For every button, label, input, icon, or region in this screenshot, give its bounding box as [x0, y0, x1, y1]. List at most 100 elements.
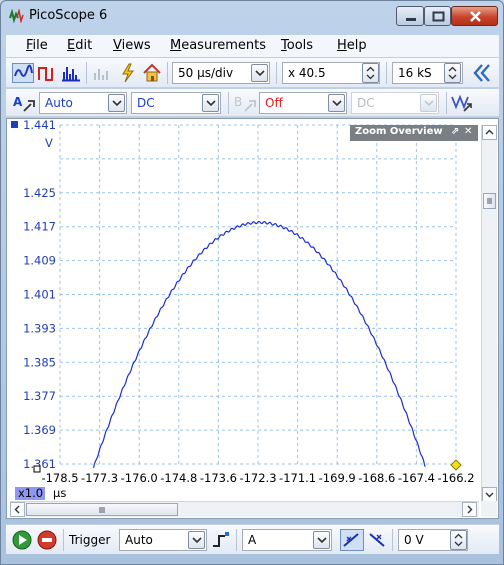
grip-icon — [99, 507, 105, 513]
x-tick-label: -169.9 — [319, 471, 356, 485]
minimize-button[interactable] — [396, 6, 424, 26]
x-tick-label: -167.4 — [398, 471, 435, 485]
x-tick-label: -178.5 — [41, 471, 78, 485]
x-tick-label: -166.2 — [437, 471, 474, 485]
trigger-threshold-spinner[interactable] — [450, 530, 467, 550]
menu-tools[interactable]: Tools — [281, 38, 313, 53]
pin-icon[interactable]: ⇗ — [451, 126, 459, 137]
channel-toolbar: A Auto DC B Off DC — [6, 89, 499, 117]
y-tick-label: 1.377 — [23, 389, 56, 403]
scroll-down-button[interactable] — [482, 487, 497, 502]
y-tick-label: 1.425 — [23, 186, 56, 200]
channel-b-coupling-value: DC — [357, 96, 375, 110]
channel-b-coupling-dropdown — [420, 94, 437, 112]
channel-a-waveform — [92, 220, 426, 469]
spinner-icon — [448, 66, 457, 80]
collapse-toolbar-icon[interactable] — [472, 63, 494, 83]
stop-button[interactable] — [37, 530, 57, 550]
trigger-source-value: A — [248, 533, 257, 547]
vertical-scrollbar[interactable] — [481, 125, 497, 505]
chevron-down-icon — [192, 537, 202, 544]
rising-edge-icon[interactable] — [340, 529, 364, 551]
spinner-icon — [454, 533, 463, 547]
trigger-mode-dropdown[interactable] — [188, 531, 205, 549]
scroll-right-button[interactable] — [462, 502, 477, 517]
timebase-value: 50 µs/div — [178, 66, 234, 80]
sample-count-spinner[interactable] — [444, 63, 461, 83]
chevron-down-icon — [485, 492, 494, 498]
chevron-down-icon — [317, 537, 327, 544]
y-tick-label: 1.369 — [23, 423, 56, 437]
vertical-scroll-thumb[interactable] — [483, 193, 496, 209]
x-tick-label: -174.8 — [160, 471, 197, 485]
menu-file[interactable]: File — [26, 38, 48, 53]
spectrum-mode-icon[interactable] — [61, 64, 81, 82]
horizontal-scroll-thumb[interactable] — [26, 503, 178, 516]
spinner-icon — [366, 66, 375, 80]
chevron-left-icon — [14, 505, 20, 514]
x-tick-label: -172.3 — [239, 471, 276, 485]
channel-a-label: A — [13, 95, 23, 109]
probe-icon — [244, 100, 256, 112]
maximize-button[interactable] — [424, 6, 451, 26]
resize-grip — [481, 501, 497, 517]
y-tick-label: 1.417 — [23, 220, 56, 234]
advanced-trigger-icon[interactable] — [211, 530, 231, 550]
channel-a-range-dropdown[interactable] — [108, 94, 125, 112]
scroll-up-button[interactable] — [482, 125, 497, 140]
time-origin-marker — [33, 465, 41, 473]
scope-mode-icon[interactable] — [12, 63, 34, 83]
channel-a-marker — [11, 121, 18, 128]
chevron-down-icon — [206, 100, 216, 107]
channel-b-range-dropdown[interactable] — [328, 94, 345, 112]
y-tick-label: 1.385 — [23, 355, 56, 369]
advanced-options-icon[interactable] — [450, 93, 474, 113]
close-button[interactable] — [451, 6, 498, 26]
title-bar: PicoScope 6 — [1, 1, 503, 31]
chevron-up-icon — [485, 129, 494, 135]
timebase-dropdown[interactable] — [251, 64, 268, 82]
menu-measurements[interactable]: Measurements — [170, 38, 266, 53]
probe-icon[interactable] — [23, 100, 35, 112]
zoom-overview-label: Zoom Overview — [355, 126, 443, 137]
scope-view[interactable]: 1.441 1.425 1.417 1.409 1.401 1.393 1.385 1.377… — [6, 118, 499, 519]
y-unit-label: V — [45, 136, 53, 150]
scroll-left-button[interactable] — [10, 502, 25, 517]
x-unit-label: µs — [53, 486, 66, 500]
start-button[interactable] — [12, 530, 32, 550]
channel-b-label: B — [234, 95, 243, 109]
home-icon[interactable] — [142, 63, 162, 83]
persistence-mode-icon[interactable] — [37, 64, 57, 82]
x-tick-label: -176.0 — [121, 471, 158, 485]
menu-bar: File Edit Views Measurements Tools Help — [6, 35, 499, 57]
zoom-factor-spinner[interactable] — [362, 63, 379, 83]
y-tick-label: 1.441 — [23, 119, 56, 132]
falling-edge-icon[interactable] — [366, 529, 388, 551]
waveform-plot[interactable]: 1.441 1.425 1.417 1.409 1.401 1.393 1.385 1.377… — [7, 119, 481, 501]
x-tick-label: -177.3 — [81, 471, 118, 485]
trigger-mode-value: Auto — [125, 533, 153, 547]
picoscope-logo-icon — [9, 9, 24, 23]
chevron-down-icon — [255, 70, 265, 77]
math-channel-icon — [94, 69, 108, 80]
trigger-source-dropdown[interactable] — [313, 531, 330, 549]
close-icon[interactable]: ✕ — [464, 126, 472, 137]
main-toolbar: 50 µs/div x 40.5 16 kS — [6, 58, 499, 88]
menu-views[interactable]: Views — [113, 38, 151, 53]
x-tick-label: -173.6 — [200, 471, 237, 485]
chevron-down-icon — [112, 100, 122, 107]
y-tick-label: 1.393 — [23, 321, 56, 335]
channel-a-coupling-value: DC — [137, 96, 155, 110]
zoom-overview-panel[interactable]: Zoom Overview ⇗ ✕ — [350, 125, 478, 141]
channel-a-range-value: Auto — [45, 96, 73, 110]
trigger-toolbar: Trigger Auto A 0 V — [6, 524, 499, 554]
channel-a-coupling-dropdown[interactable] — [202, 94, 219, 112]
window-title: PicoScope 6 — [29, 8, 108, 23]
menu-edit[interactable]: Edit — [67, 38, 92, 53]
signal-generator-icon[interactable] — [119, 63, 137, 83]
zoom-badge-label: x1.0 — [18, 486, 43, 500]
trigger-threshold-value: 0 V — [404, 533, 424, 547]
menu-help[interactable]: Help — [337, 38, 367, 53]
horizontal-scrollbar[interactable] — [10, 501, 479, 517]
trigger-label: Trigger — [69, 533, 111, 547]
